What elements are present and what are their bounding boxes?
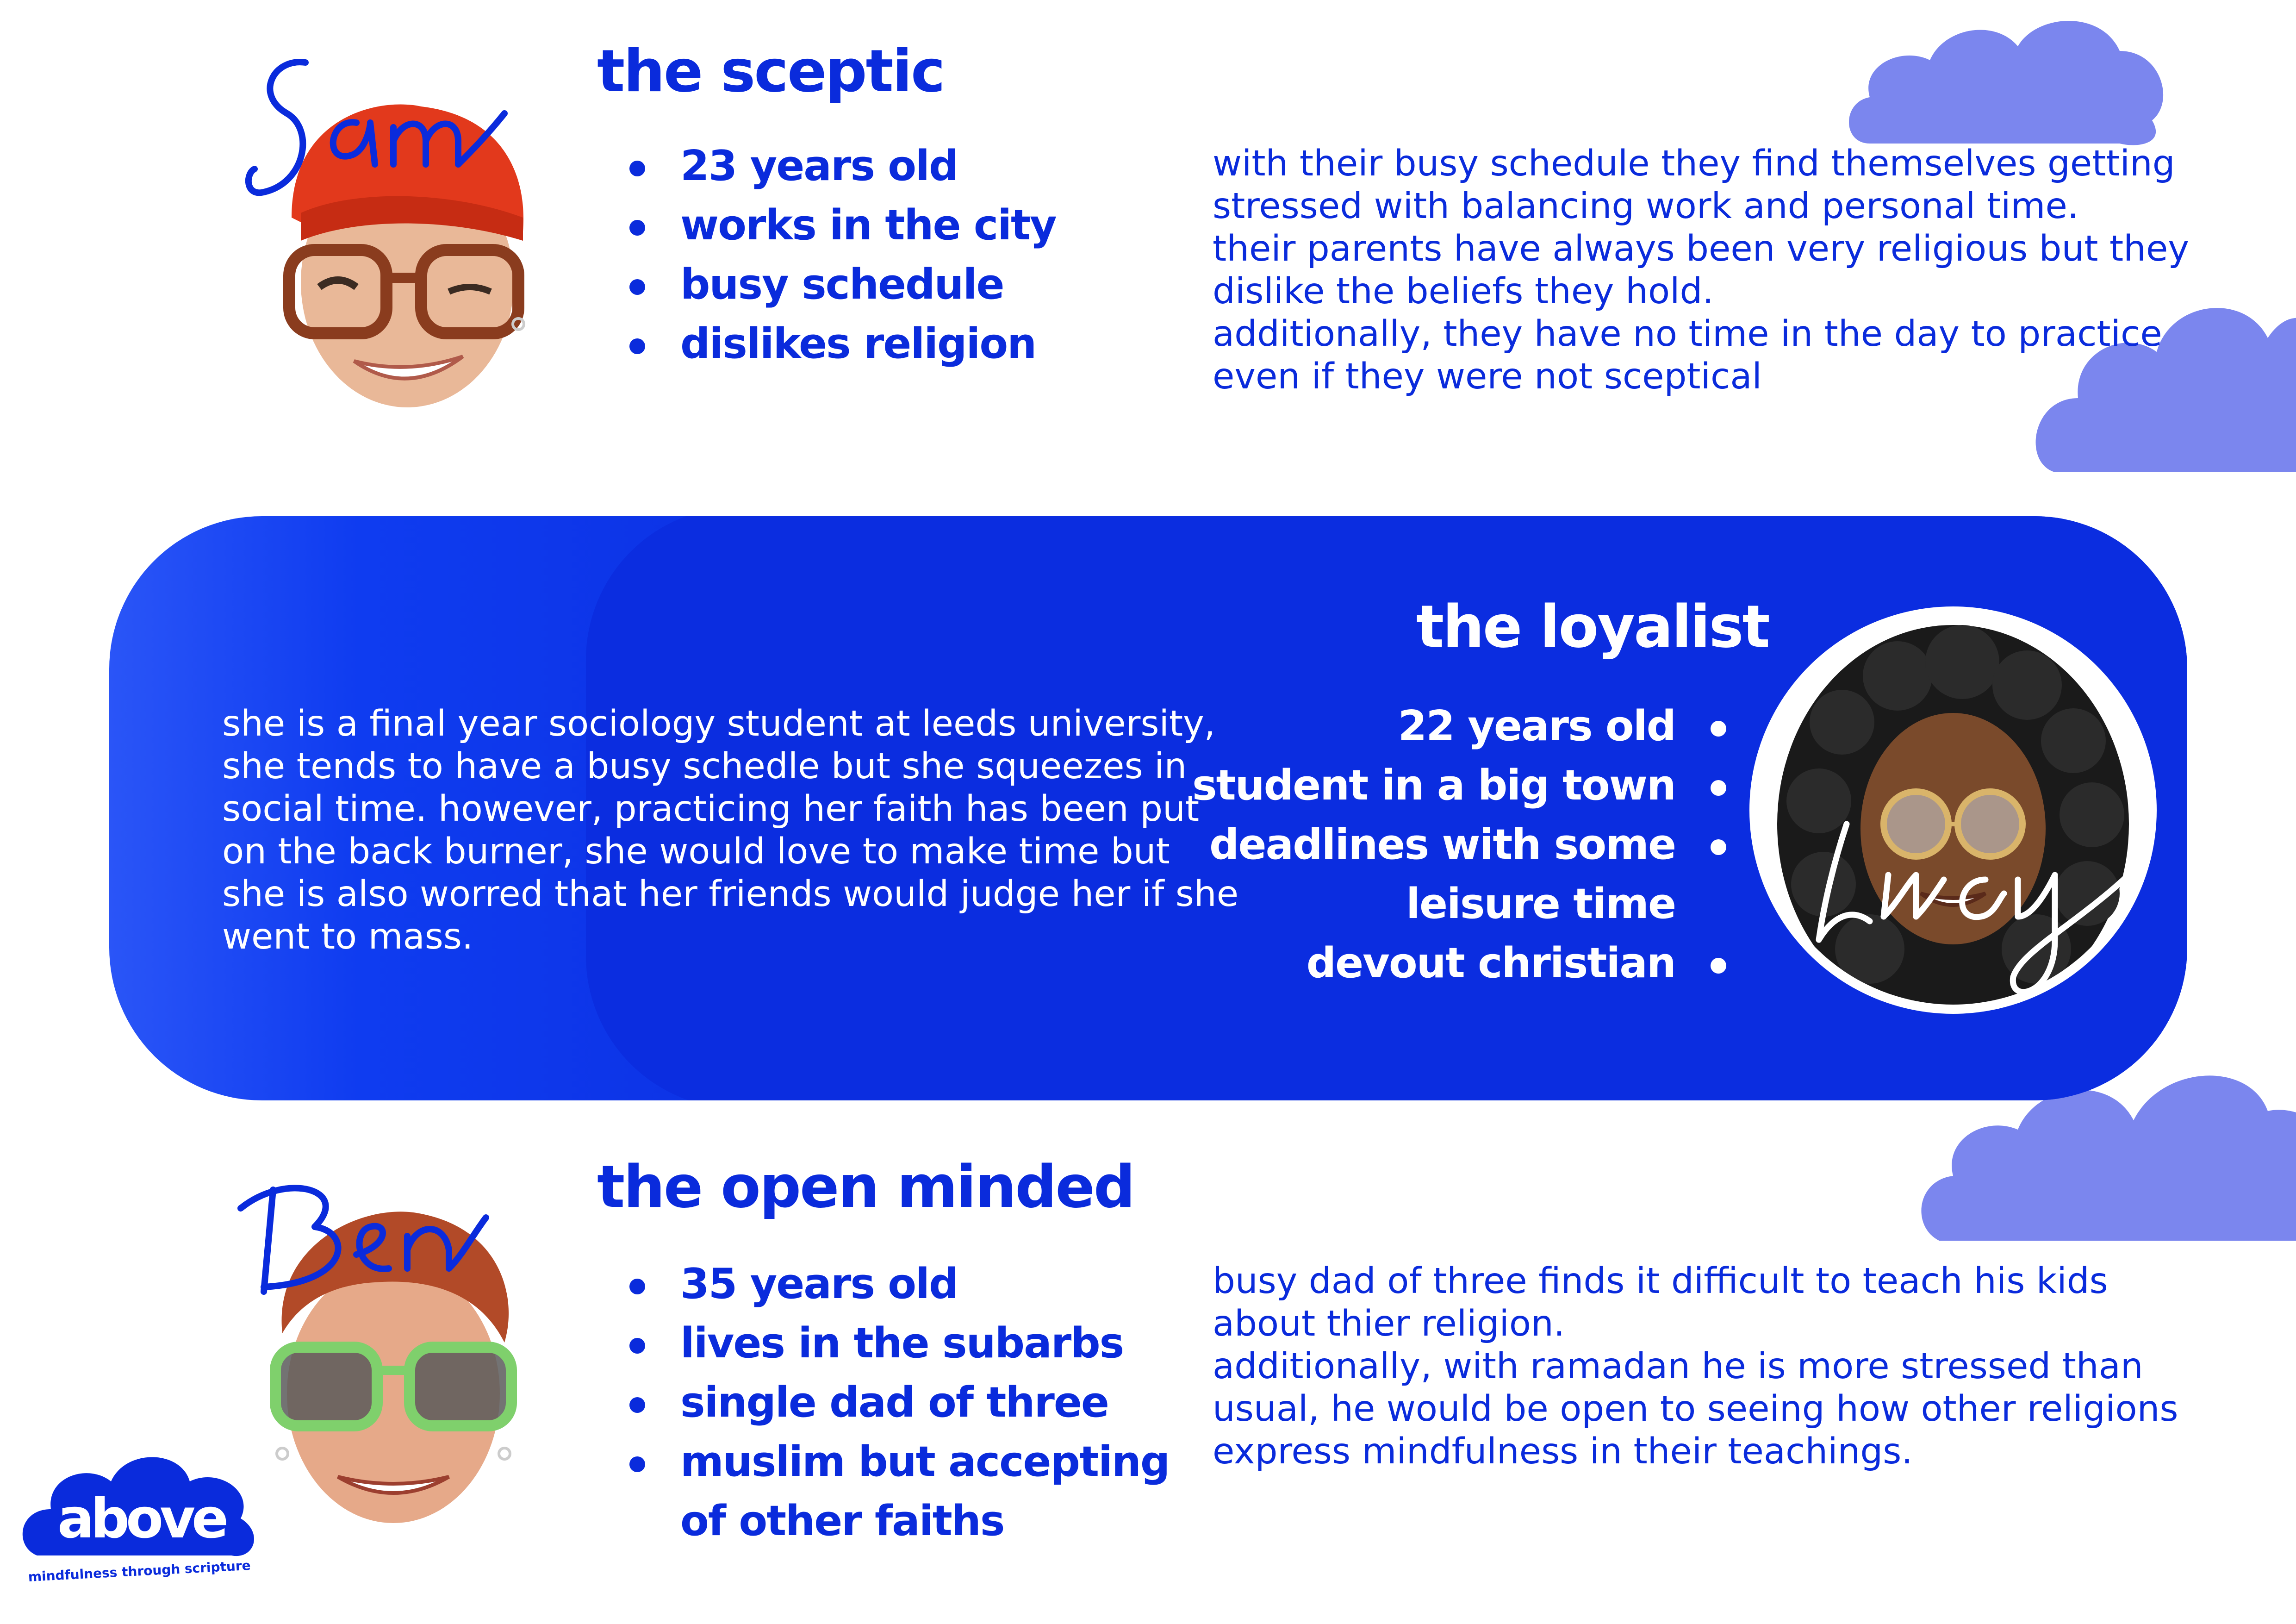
list-item: single dad of three xyxy=(629,1373,1185,1432)
description-line: with their busy schedule they find thems… xyxy=(1213,143,2175,184)
sceptic-description: with their busy schedule they find thems… xyxy=(1213,143,2194,398)
description-line: their parents have always been very reli… xyxy=(1213,228,2189,269)
list-item: busy schedule xyxy=(629,255,1162,314)
title-sceptic: the sceptic xyxy=(597,37,946,105)
open-minded-description: busy dad of three finds it difficult to … xyxy=(1213,1260,2203,1473)
description-line: even if they were not sceptical xyxy=(1213,356,1762,397)
open-minded-bullets: 35 years old lives in the subarbs single… xyxy=(629,1255,1185,1551)
description-line: express mindfulness in their teachings. xyxy=(1213,1431,1913,1472)
description-line: dislike the beliefs they hold. xyxy=(1213,271,1714,312)
description-line: social time. however, practicing her fai… xyxy=(222,788,1200,830)
description-line: about thier religion. xyxy=(1213,1303,1565,1344)
list-item: 22 years old xyxy=(1185,697,1726,756)
list-item: deadlines with some xyxy=(1185,815,1726,874)
list-item: lives in the subarbs xyxy=(629,1314,1185,1373)
description-line: usual, he would be open to seeing how ot… xyxy=(1213,1388,2178,1430)
logo: above mindfulness through scripture xyxy=(19,1449,278,1602)
description-line: additionally, they have no time in the d… xyxy=(1213,313,2162,355)
title-open-minded: the open minded xyxy=(597,1153,1135,1221)
description-line: stressed with balancing work and persona… xyxy=(1213,186,2079,227)
cloud-decoration-top xyxy=(1849,21,2164,145)
title-loyalist: the loyalist xyxy=(1416,593,1770,661)
signature-lucy xyxy=(1816,821,2141,995)
loyalist-bullets: 22 years old student in a big town deadl… xyxy=(1185,697,1726,993)
list-item: works in the city xyxy=(629,196,1162,255)
description-line: she tends to have a busy schedle but she… xyxy=(222,746,1187,787)
description-line: on the back burner, she would love to ma… xyxy=(222,831,1170,872)
loyalist-description: she is a final year sociology student at… xyxy=(222,703,1240,958)
sceptic-bullets: 23 years old works in the city busy sche… xyxy=(629,137,1162,374)
list-item: student in a big town xyxy=(1185,756,1726,815)
list-item: muslim but accepting xyxy=(629,1432,1185,1492)
list-item: of other faiths xyxy=(680,1497,1005,1545)
logo-wordmark: above xyxy=(57,1487,229,1550)
list-item: leisure time xyxy=(1406,880,1676,928)
description-line: busy dad of three finds it difficult to … xyxy=(1213,1261,2108,1302)
list-item: dislikes religion xyxy=(629,314,1162,374)
description-line: she is also worred that her friends woul… xyxy=(222,874,1239,915)
signature-sam xyxy=(245,59,508,196)
list-item: 35 years old xyxy=(629,1255,1185,1314)
description-line: additionally, with ramadan he is more st… xyxy=(1213,1346,2143,1387)
list-item: devout christian xyxy=(1185,934,1726,993)
list-item: 23 years old xyxy=(629,137,1162,196)
logo-tagline: mindfulness through scripture xyxy=(28,1557,251,1585)
description-line: she is a final year sociology student at… xyxy=(222,703,1216,744)
signature-ben xyxy=(237,1185,489,1295)
description-line: went to mass. xyxy=(222,916,473,957)
